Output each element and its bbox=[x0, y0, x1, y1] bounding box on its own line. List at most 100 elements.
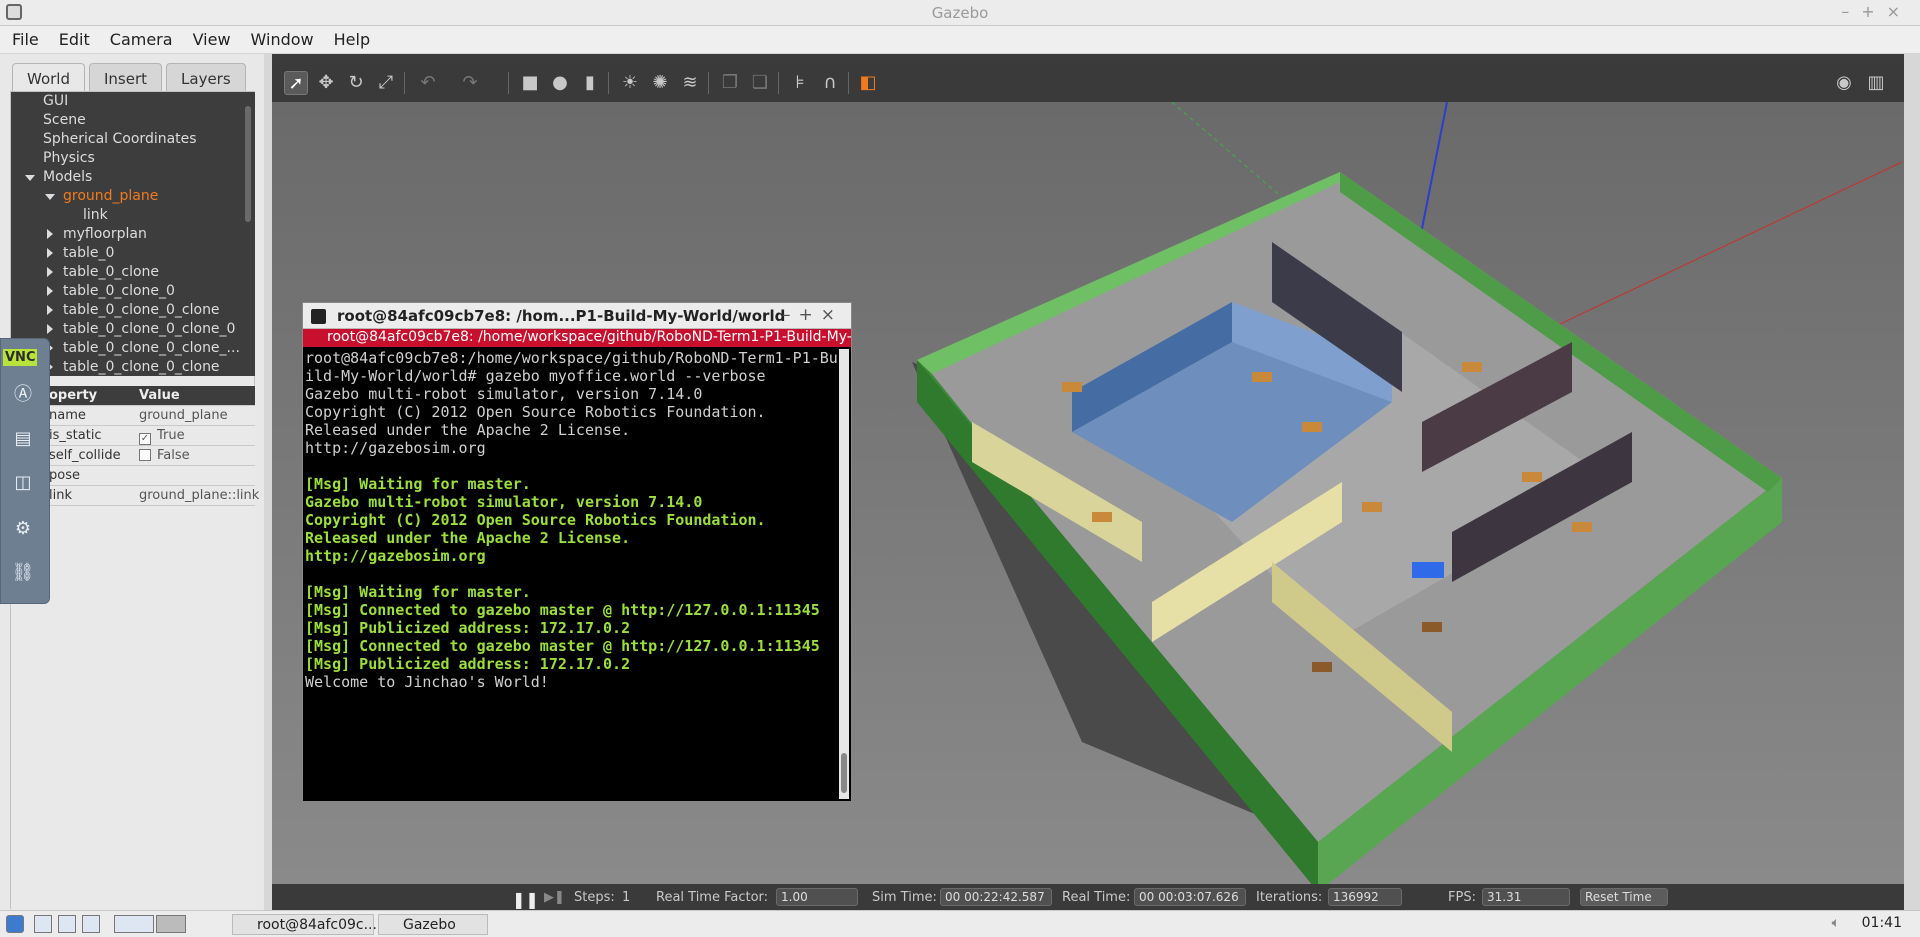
disconnect-icon[interactable]: ⛓ bbox=[9, 559, 37, 587]
toolbar-separator bbox=[508, 72, 509, 94]
tree-item[interactable]: myfloorplan bbox=[11, 225, 255, 244]
table-model bbox=[1302, 422, 1322, 432]
property-value: ground_plane bbox=[139, 408, 228, 423]
directional-light-icon[interactable]: ≋ bbox=[678, 71, 702, 95]
pause-icon[interactable]: ❚❚ bbox=[512, 890, 539, 909]
table-model bbox=[1062, 382, 1082, 392]
property-value: False bbox=[157, 448, 190, 463]
tree-item-label: table_0_clone_0_clone bbox=[63, 302, 220, 318]
scale-mode-icon[interactable]: ⤢ bbox=[374, 71, 398, 95]
tree-item[interactable]: table_0_clone_0_clone bbox=[11, 301, 255, 320]
tree-item[interactable]: link bbox=[11, 206, 255, 225]
table-model bbox=[1522, 472, 1542, 482]
sim-time-value: 00 00:22:42.587 bbox=[940, 888, 1052, 906]
is-static-checkbox[interactable]: ✓ bbox=[139, 433, 151, 445]
expand-right-icon[interactable] bbox=[47, 248, 53, 258]
terminal-output[interactable]: root@84afc09cb7e8:/home/workspace/github… bbox=[305, 349, 837, 799]
terminal-window-controls[interactable]: –+× bbox=[782, 305, 843, 325]
expand-right-icon[interactable] bbox=[47, 286, 53, 296]
terminal-line: Released under the Apache 2 License. bbox=[305, 529, 631, 547]
tree-item-label: Physics bbox=[43, 150, 95, 166]
tab-insert[interactable]: Insert bbox=[89, 63, 163, 91]
tree-item[interactable]: table_0 bbox=[11, 244, 255, 263]
left-tabs: World Insert Layers bbox=[12, 63, 250, 91]
tree-item-label: myfloorplan bbox=[63, 226, 147, 242]
steps-value: 1 bbox=[622, 890, 631, 905]
gear-icon[interactable]: ⚙ bbox=[9, 515, 37, 543]
view-angle-icon[interactable]: ◧ bbox=[856, 71, 880, 95]
table-model bbox=[1572, 522, 1592, 532]
point-light-icon[interactable]: ☀ bbox=[618, 71, 642, 95]
reset-time-button[interactable]: Reset Time bbox=[1580, 888, 1668, 906]
tree-item[interactable]: table_0_clone_0_clone_0 bbox=[11, 320, 255, 339]
menu-window[interactable]: Window bbox=[239, 26, 322, 49]
left-splitter[interactable] bbox=[264, 54, 272, 910]
start-menu-icon[interactable] bbox=[6, 915, 24, 933]
cylinder-shape-icon[interactable]: ▮ bbox=[578, 71, 602, 95]
terminal-line: [Msg] Publicized address: 172.17.0.2 bbox=[305, 655, 631, 673]
volume-icon[interactable]: 🔈︎ bbox=[1832, 915, 1840, 931]
tree-item[interactable]: GUI bbox=[11, 92, 255, 111]
file-manager-icon[interactable] bbox=[58, 915, 76, 933]
rotate-mode-icon[interactable]: ↻ bbox=[344, 71, 368, 95]
redo-icon[interactable]: ↷ bbox=[458, 71, 482, 95]
menu-view[interactable]: View bbox=[181, 26, 239, 49]
menu-help[interactable]: Help bbox=[322, 26, 378, 49]
task-terminal[interactable]: root@84afc09c... bbox=[232, 914, 377, 935]
tree-item-label: table_0_clone_0_clone_0 bbox=[63, 321, 236, 337]
screenshot-icon[interactable]: ◉ bbox=[1832, 71, 1856, 95]
tree-item[interactable]: Models bbox=[11, 168, 255, 187]
expand-right-icon[interactable] bbox=[47, 267, 53, 277]
terminal-launcher-icon[interactable] bbox=[82, 915, 100, 933]
workspace-2-icon[interactable] bbox=[156, 915, 186, 933]
toolbar-separator bbox=[778, 72, 779, 94]
clipboard-icon[interactable]: ▤ bbox=[9, 425, 37, 453]
tree-item[interactable]: Spherical Coordinates bbox=[11, 130, 255, 149]
snap-icon[interactable]: ∩ bbox=[818, 71, 842, 95]
window-controls[interactable]: –+× bbox=[1841, 2, 1912, 21]
table-model bbox=[1312, 662, 1332, 672]
expand-right-icon[interactable] bbox=[47, 229, 53, 239]
keyboard-icon[interactable]: Ⓐ bbox=[9, 381, 37, 409]
sphere-shape-icon[interactable]: ● bbox=[548, 71, 572, 95]
copy-icon[interactable]: ❐ bbox=[718, 71, 742, 95]
expand-down-icon[interactable] bbox=[45, 194, 55, 200]
task-gazebo[interactable]: Gazebo bbox=[378, 914, 488, 935]
select-mode-icon[interactable]: ➚ bbox=[284, 71, 308, 95]
box-shape-icon[interactable]: ■ bbox=[518, 71, 542, 95]
tree-item[interactable]: ground_plane bbox=[11, 187, 255, 206]
fullscreen-icon[interactable]: ◫ bbox=[9, 469, 37, 497]
vnc-sidebar: VNC Ⓐ ▤ ◫ ⚙ ⛓ bbox=[0, 338, 50, 604]
show-desktop-icon[interactable] bbox=[34, 915, 52, 933]
tree-item[interactable]: Scene bbox=[11, 111, 255, 130]
terminal-tab[interactable]: root@84afc09cb7e8: /home/workspace/githu… bbox=[303, 329, 851, 347]
expand-down-icon[interactable] bbox=[25, 175, 35, 181]
tree-item[interactable]: table_0_clone bbox=[11, 263, 255, 282]
menu-edit[interactable]: Edit bbox=[47, 26, 98, 49]
spot-light-icon[interactable]: ✺ bbox=[648, 71, 672, 95]
property-key: pose bbox=[49, 468, 80, 483]
log-icon[interactable]: ▥ bbox=[1864, 71, 1888, 95]
tab-world[interactable]: World bbox=[12, 63, 85, 91]
align-icon[interactable]: ⊧ bbox=[788, 71, 812, 95]
menu-camera[interactable]: Camera bbox=[98, 26, 181, 49]
terminal-window[interactable]: root@84afc09cb7e8: /hom...P1-Build-My-Wo… bbox=[302, 302, 852, 802]
expand-right-icon[interactable] bbox=[47, 324, 53, 334]
tree-item-label: table_0_clone bbox=[63, 264, 160, 280]
terminal-scrollbar[interactable] bbox=[839, 349, 849, 799]
scroll-thumb[interactable] bbox=[841, 753, 847, 793]
translate-mode-icon[interactable]: ✥ bbox=[314, 71, 338, 95]
tree-item[interactable]: Physics bbox=[11, 149, 255, 168]
expand-right-icon[interactable] bbox=[47, 305, 53, 315]
tab-layers[interactable]: Layers bbox=[166, 63, 246, 91]
terminal-line: Copyright (C) 2012 Open Source Robotics … bbox=[305, 511, 766, 529]
workspace-1-icon[interactable] bbox=[114, 915, 154, 933]
menu-file[interactable]: File bbox=[0, 26, 47, 49]
value-col-label: Value bbox=[139, 388, 180, 403]
self-collide-checkbox[interactable] bbox=[139, 449, 151, 461]
paste-icon[interactable]: ❏ bbox=[748, 71, 772, 95]
right-splitter[interactable] bbox=[1904, 54, 1920, 910]
step-icon[interactable]: ▶❚ bbox=[544, 890, 565, 905]
undo-icon[interactable]: ↶ bbox=[416, 71, 440, 95]
tree-item[interactable]: table_0_clone_0 bbox=[11, 282, 255, 301]
